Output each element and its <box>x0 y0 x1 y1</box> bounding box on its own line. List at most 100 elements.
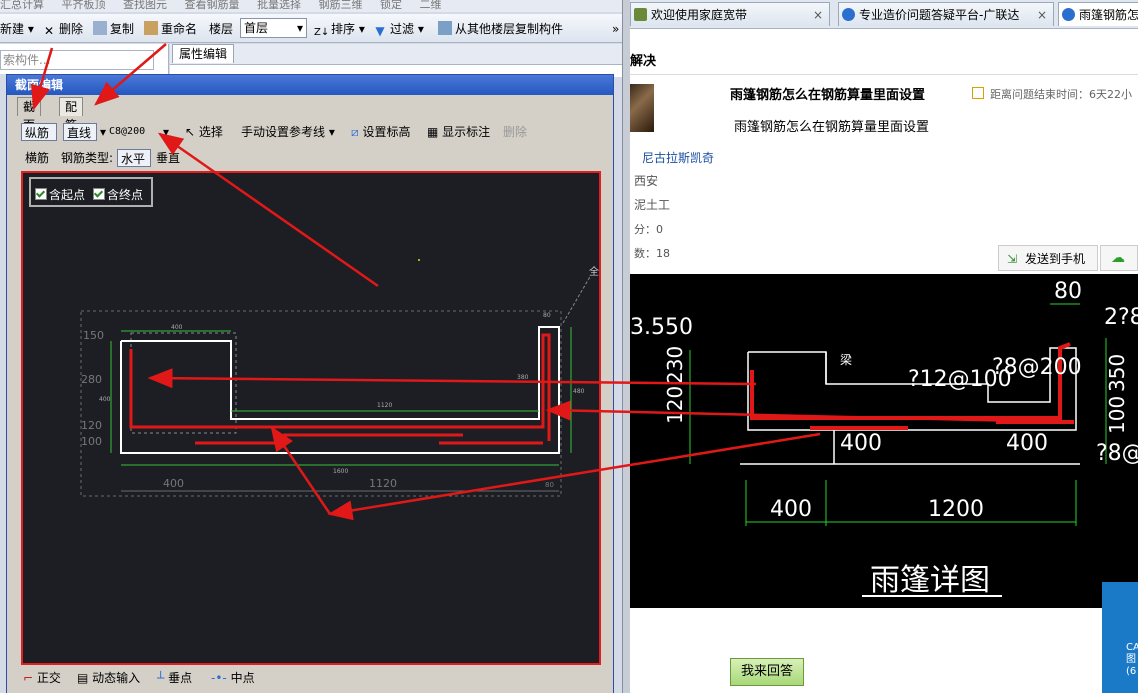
outer-dashed-frame <box>80 310 562 497</box>
ortho-icon: ⌐ <box>23 671 34 685</box>
menu-view-rebar[interactable]: 查看钢筋量 <box>185 0 240 11</box>
user-count: 数：18 <box>634 247 670 260</box>
browser-tab-1[interactable]: 欢迎使用家庭宽带 × <box>630 2 830 26</box>
sort-icon: Z↓ <box>314 27 330 38</box>
transverse-button[interactable]: 横筋 <box>25 149 49 167</box>
broadband-favicon <box>634 8 647 21</box>
dim-text-mid: 1120 <box>377 402 392 409</box>
drawing-canvas[interactable]: 含起点 含终点 400 80 1120 1600 400 1120 80 150… <box>21 171 601 665</box>
component-list-pane: 索构件... <box>0 44 169 74</box>
filter-icon: ▼ <box>375 24 385 38</box>
copy-icon <box>93 21 107 35</box>
browser-tab-3[interactable]: 雨篷钢筋怎么 <box>1058 2 1138 26</box>
ortho-toggle[interactable]: ⌐ 正交 <box>23 669 61 687</box>
question-timer: 距离问题结束时间：6天22小 <box>972 86 1132 102</box>
cad-bottom-dim-1: 400 <box>770 497 812 522</box>
user-name-link[interactable]: 尼古拉斯凯奇 <box>642 149 714 166</box>
dim-text-left-4: 100 <box>81 435 102 448</box>
search-input[interactable]: 索构件... <box>0 50 154 70</box>
perpendicular-icon: ┴ <box>157 671 165 685</box>
clock-icon <box>972 87 984 99</box>
cloud-save-button[interactable]: ☁ <box>1100 245 1138 271</box>
tab-rebar[interactable]: 配筋 <box>59 97 84 132</box>
dim-text-left-3: 120 <box>81 419 102 432</box>
user-major: 泥土工 <box>634 198 671 212</box>
sort-button[interactable]: Z↓ 排序 ▾ <box>314 20 365 38</box>
corner-label: 全 <box>589 265 599 278</box>
tab-close-icon[interactable]: × <box>813 3 823 26</box>
browser-window: 欢迎使用家庭宽带 × 专业造价问题答疑平台-广联达 × 雨篷钢筋怎么 解决 雨篷… <box>630 0 1138 693</box>
cursor-dot <box>418 259 420 261</box>
user-score: 分：0 <box>634 223 663 236</box>
menu-batch-select[interactable]: 批量选择 <box>257 0 301 11</box>
cloud-icon: ☁ <box>1111 250 1125 266</box>
manual-ref-line-tool[interactable]: 手动设置参考线 ▾ <box>241 123 335 141</box>
menu-find[interactable]: 查找图元 <box>123 0 167 11</box>
floor-select[interactable]: 首层 ▾ <box>240 18 307 38</box>
longitudinal-button[interactable]: 纵筋 <box>21 123 57 141</box>
send-to-phone-button[interactable]: ⇲ 发送到手机 <box>998 245 1098 271</box>
section-heading: 解决 <box>630 50 1138 75</box>
tab-property-edit[interactable]: 属性编辑 <box>172 44 235 63</box>
delete-tool[interactable]: 删除 <box>503 123 527 141</box>
rebar-type-label: 钢筋类型: <box>61 151 114 165</box>
delete-button[interactable]: ✕ 删除 <box>42 20 83 38</box>
rebar-spec-dropdown-icon[interactable]: ▾ <box>163 123 169 141</box>
dropdown-arrow-icon: ▾ <box>296 21 303 35</box>
cad-top-dim: 80 <box>1054 279 1082 304</box>
answer-button[interactable]: 我来回答 <box>730 658 804 686</box>
side-advertisement[interactable]: CA 图 (6 <box>1102 582 1138 693</box>
menu-sum-calc[interactable]: 汇总计算 <box>0 0 44 11</box>
glodon-favicon <box>842 8 855 21</box>
rename-button[interactable]: 重命名 <box>144 20 197 38</box>
top-menubar: 汇总计算 平齐板顶 查找图元 查看钢筋量 批量选择 钢筋三维 锁定 二维 <box>0 0 628 12</box>
dialog-statusbar: ⌐ 正交 ▤ 动态输入 ┴ 垂点 -•- 中点 <box>21 667 611 689</box>
cad-left-dim-1: 120 <box>663 386 687 424</box>
select-tool[interactable]: ↖ 选择 <box>185 123 223 141</box>
straight-dropdown-icon[interactable]: ▾ <box>100 123 106 141</box>
dim-text-bottom-3: 80 <box>545 481 554 489</box>
dim-text-bottom-small: 1600 <box>333 468 348 475</box>
cad-rebar-label-3: ?8@200 <box>1096 441 1138 466</box>
show-dim-tool[interactable]: ▦ 显示标注 <box>427 123 490 141</box>
straight-line-button[interactable]: 直线 <box>63 123 97 141</box>
tab-close-icon[interactable]: × <box>1037 3 1047 26</box>
cad-right-dim-2: 100 <box>1105 396 1129 434</box>
filter-button[interactable]: ▼ 过滤 ▾ <box>373 20 423 38</box>
dimension-icon: ▦ <box>427 125 439 139</box>
horizontal-button[interactable]: 水平 <box>117 149 151 167</box>
question-title: 雨篷钢筋怎么在钢筋算量里面设置 <box>730 88 926 103</box>
dim-text-bottom-1: 400 <box>163 477 184 490</box>
leader-line <box>562 274 592 324</box>
section-drawing: 400 80 1120 1600 400 1120 80 150 280 120… <box>80 259 599 497</box>
set-elevation-tool[interactable]: ⧄ 设置标高 <box>351 123 410 141</box>
menu-2d[interactable]: 二维 <box>420 0 442 11</box>
dim-text-left-2: 280 <box>81 373 102 386</box>
dynamic-input-toggle[interactable]: ▤ 动态输入 <box>77 669 140 687</box>
cad-elevation: 3.550 <box>630 315 693 340</box>
copy-button[interactable]: 复制 <box>93 20 134 38</box>
tab-section[interactable]: 截面 <box>17 97 42 132</box>
new-button[interactable]: 新建 ▾ <box>0 20 34 38</box>
dialog-toolbar: 纵筋 直线 ▾ C8@200 ▾ ↖ 选择 手动设置参考线 ▾ ⧄ 设置标高 ▦… <box>21 121 611 143</box>
menu-align-top[interactable]: 平齐板顶 <box>62 0 106 11</box>
browser-tabstrip: 欢迎使用家庭宽带 × 专业造价问题答疑平台-广联达 × 雨篷钢筋怎么 <box>630 0 1138 29</box>
vertical-button[interactable]: 垂直 <box>156 149 180 167</box>
cad-beam-label: 梁 <box>840 352 852 367</box>
avatar[interactable] <box>630 84 654 132</box>
browser-tab-2[interactable]: 专业造价问题答疑平台-广联达 × <box>838 2 1054 26</box>
user-city: 西安 <box>634 174 659 188</box>
toolbar-overflow-icon[interactable]: » <box>612 20 619 38</box>
copy-from-floor-button[interactable]: 从其他楼层复制构件 <box>438 20 563 38</box>
rebar-spec-input[interactable]: C8@200 <box>109 123 171 141</box>
menu-lock[interactable]: 锁定 <box>380 0 402 11</box>
midpoint-toggle[interactable]: -•- 中点 <box>211 669 255 687</box>
inner-dashed-left <box>130 332 237 434</box>
menu-rebar-3d[interactable]: 钢筋三维 <box>319 0 363 11</box>
dim-text-right-2: 400 <box>99 396 111 403</box>
perpendicular-toggle[interactable]: ┴ 垂点 <box>157 669 192 687</box>
dialog-toolbar-2: 横筋 钢筋类型: 水平 垂直 <box>21 147 611 169</box>
question-body: 雨篷钢筋怎么在钢筋算量里面设置 <box>734 120 930 135</box>
rename-icon <box>144 21 158 35</box>
dim-text-top-left: 400 <box>171 324 183 331</box>
